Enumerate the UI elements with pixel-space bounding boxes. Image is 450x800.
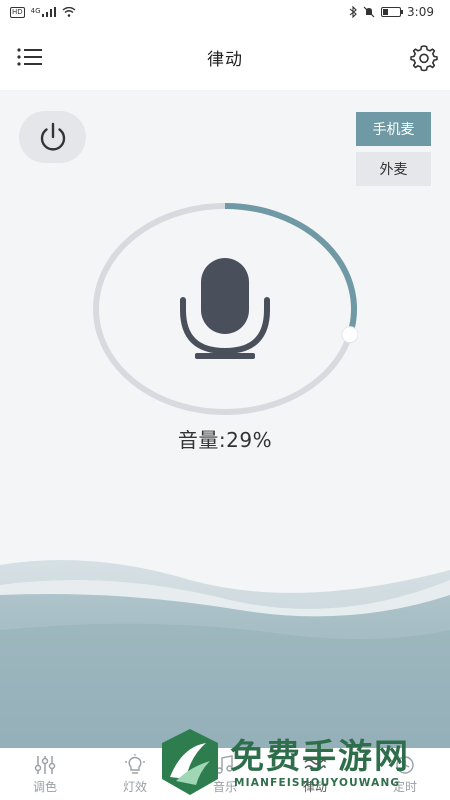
bluetooth-icon [349,6,357,18]
status-right: 3:09 [349,5,434,19]
wave-background [0,560,450,750]
bottom-nav: 调色 灯效 音乐 律动 定时 [0,748,450,800]
status-bar: HD 4G 3:09 [0,0,450,24]
microphone-icon [180,258,270,359]
volume-dial[interactable] [92,202,358,416]
sliders-icon [34,755,56,774]
nav-item-rhythm[interactable]: 律动 [270,748,360,800]
power-icon [40,122,65,151]
volume-label: 音量:29% [177,428,273,452]
external-mic-button[interactable]: 外麦 [356,152,431,186]
hd-badge: HD [10,6,25,18]
nav-item-color[interactable]: 调色 [0,748,90,800]
nav-item-music[interactable]: 音乐 [180,748,270,800]
nav-label-light-effect: 灯效 [122,779,147,794]
nav-item-timer[interactable]: 定时 [360,748,450,800]
menu-list-icon[interactable] [16,46,44,68]
mute-bell-icon [363,6,375,18]
nav-label-color: 调色 [32,779,57,794]
phone-mic-button[interactable]: 手机麦 [356,112,431,146]
nav-label-rhythm: 律动 [302,779,327,794]
music-icon [216,754,233,774]
nav-item-light-effect[interactable]: 灯效 [90,748,180,800]
power-button[interactable] [19,111,86,163]
wifi-icon [62,7,75,17]
clock-icon [396,755,414,774]
gear-icon[interactable] [410,44,438,72]
app-header: 律动 [0,24,450,90]
dial-knob[interactable] [341,326,358,344]
wave-icon [304,758,326,771]
nav-label-timer: 定时 [392,779,417,794]
status-time: 3:09 [407,5,434,19]
page-title: 律动 [207,49,243,70]
status-left: HD 4G [10,6,76,18]
network-type: 4G [30,7,41,15]
battery-icon [381,7,404,17]
nav-label-music: 音乐 [212,779,237,794]
bulb-icon [125,753,145,774]
signal-icon: 4G [31,7,56,17]
